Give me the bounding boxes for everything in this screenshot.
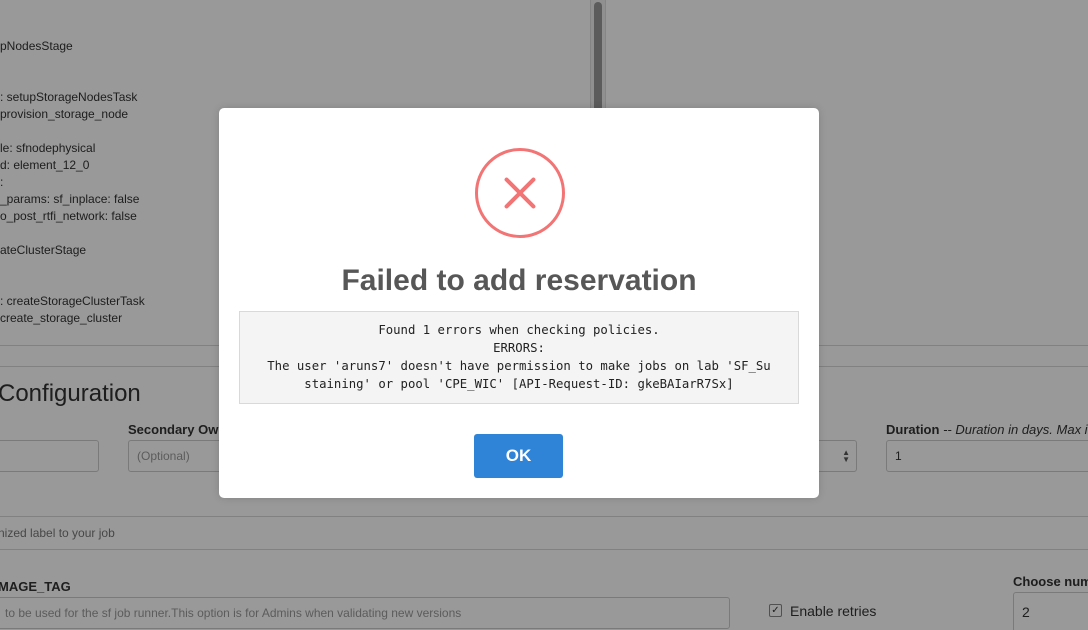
message-line: Found 1 errors when checking policies. [378,323,660,337]
dialog-message: Found 1 errors when checking policies. E… [239,311,799,404]
dialog-title: Failed to add reservation [341,264,697,297]
ok-button[interactable]: OK [474,434,563,478]
message-line: The user 'aruns7' doesn't have permissio… [267,359,771,373]
message-line: ERRORS: [493,341,545,355]
error-dialog: Failed to add reservation Found 1 errors… [219,108,819,498]
error-x-icon [475,148,565,238]
message-line: staining' or pool 'CPE_WIC' [API-Request… [304,377,734,391]
